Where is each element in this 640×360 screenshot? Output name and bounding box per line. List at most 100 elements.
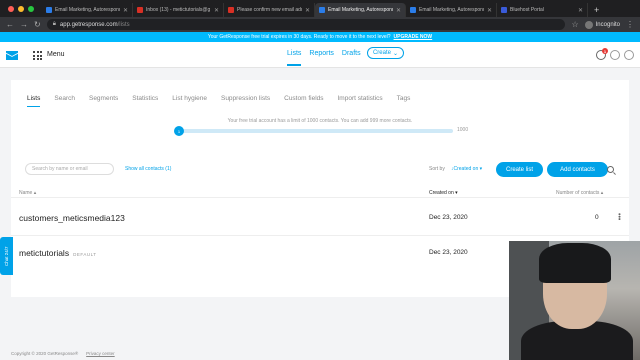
subtab-statistics[interactable]: Statistics — [132, 95, 158, 107]
subtab-list-hygiene[interactable]: List hygiene — [172, 95, 207, 107]
footer: Copyright © 2020 GetResponse® Privacy ce… — [11, 351, 115, 356]
reload-icon[interactable]: ↻ — [34, 20, 41, 29]
subtab-suppression-lists[interactable]: Suppression lists — [221, 95, 270, 107]
sort-dropdown[interactable]: ↓Created on ▾ — [451, 166, 482, 172]
search-input[interactable]: Search by name or email — [25, 163, 114, 175]
getresponse-logo-icon[interactable] — [6, 51, 18, 60]
create-button[interactable]: Create ⌄ — [367, 47, 404, 59]
table-row[interactable]: customers_meticsmedia123 Dec 23, 2020 0 … — [11, 197, 629, 235]
list-name-wrap[interactable]: metictutorials DEFAULT — [19, 248, 97, 258]
privacy-center-link[interactable]: Privacy center — [86, 351, 115, 356]
close-tab-icon[interactable]: ✕ — [396, 7, 401, 14]
profile-label: Incognito — [595, 21, 620, 28]
create-label: Create — [372, 50, 391, 56]
col-header-contacts[interactable]: Number of contacts ▴ — [556, 190, 603, 196]
menu-button[interactable]: Menu — [47, 51, 65, 58]
add-contacts-button[interactable]: Add contacts — [547, 162, 608, 177]
nav-reports[interactable]: Reports — [309, 50, 334, 66]
subtab-lists[interactable]: Lists — [27, 95, 41, 107]
contacts-limit-slider: 1 — [174, 126, 453, 136]
close-tab-icon[interactable]: ✕ — [123, 7, 128, 14]
cam-person-beanie — [539, 243, 611, 283]
browser-tab[interactable]: Email Marketing, Autorespond ✕ — [42, 3, 133, 17]
subtab-tags[interactable]: Tags — [397, 95, 411, 107]
menu-grid-icon[interactable] — [33, 51, 42, 60]
tab-favicon-icon — [410, 7, 416, 13]
webcam-overlay — [509, 241, 640, 360]
tab-favicon-icon — [46, 7, 52, 13]
forward-icon[interactable]: → — [20, 20, 28, 29]
subtab-search[interactable]: Search — [54, 95, 75, 107]
trial-banner: Your GetResponse free trial expires in 3… — [0, 32, 640, 42]
close-tab-icon[interactable]: ✕ — [214, 7, 219, 14]
sort-value: Created on — [453, 166, 479, 172]
url-host: app.getresponse.com — [59, 21, 118, 28]
back-icon[interactable]: ← — [6, 20, 14, 29]
browser-tab[interactable]: Please confirm new email add ✕ — [224, 3, 315, 17]
header-icons: 1 — [596, 48, 634, 60]
tab-title: Bluehost Portal — [510, 7, 544, 13]
account-avatar-icon[interactable] — [624, 50, 634, 60]
close-window-button[interactable] — [8, 6, 14, 12]
list-name[interactable]: customers_meticsmedia123 — [19, 213, 125, 223]
nav-lists[interactable]: Lists — [287, 50, 302, 66]
row-more-icon[interactable]: ••• — [615, 213, 622, 220]
col-header-name[interactable]: Name ▴ — [19, 190, 36, 196]
col-header-created[interactable]: Created on ▾ — [429, 190, 458, 196]
tab-title: Email Marketing, Autorespond — [55, 7, 120, 13]
nav-drafts[interactable]: Drafts — [342, 50, 361, 66]
bookmark-star-icon[interactable]: ☆ — [571, 20, 578, 29]
list-contact-count: 0 — [595, 214, 599, 221]
browser-menu-icon[interactable]: ⋮ — [626, 20, 634, 29]
banner-text: Your GetResponse free trial expires in 3… — [207, 34, 391, 40]
browser-tab[interactable]: Inbox (13) - metictutorials@g ✕ — [133, 3, 224, 17]
chat-247-tab[interactable]: Chat 24/7 — [0, 237, 13, 275]
incognito-icon — [584, 20, 593, 29]
subtab-segments[interactable]: Segments — [89, 95, 118, 107]
subtab-custom-fields[interactable]: Custom fields — [284, 95, 323, 107]
close-tab-icon[interactable]: ✕ — [487, 7, 492, 14]
col-contacts-label: Number of contacts — [556, 190, 600, 196]
window-controls[interactable] — [0, 6, 42, 17]
list-name: metictutorials — [19, 248, 70, 258]
tab-title: Inbox (13) - metictutorials@g — [146, 7, 211, 13]
browser-tab[interactable]: Bluehost Portal ✕ — [497, 3, 588, 17]
upgrade-now-link[interactable]: UPGRADE NOW — [394, 34, 433, 40]
search-icon[interactable] — [607, 166, 614, 173]
create-list-button[interactable]: Create list — [496, 162, 543, 177]
default-tag: DEFAULT — [73, 252, 97, 257]
maximize-window-button[interactable] — [28, 6, 34, 12]
slider-knob: 1 — [174, 126, 184, 136]
browser-tab-active[interactable]: Email Marketing, Autorespond ✕ — [315, 3, 406, 17]
browser-tab-bar: Email Marketing, Autorespond ✕ Inbox (13)… — [0, 0, 640, 17]
show-all-contacts-link[interactable]: Show all contacts (1) — [125, 166, 171, 172]
lock-icon: 🔒︎ — [52, 21, 56, 27]
close-tab-icon[interactable]: ✕ — [305, 7, 310, 14]
gmail-favicon-icon — [228, 7, 234, 13]
address-bar-row: ← → ↻ 🔒︎ app.getresponse.com/lists ☆ Inc… — [0, 17, 640, 32]
close-tab-icon[interactable]: ✕ — [578, 7, 583, 14]
top-nav: Lists Reports Drafts — [287, 50, 361, 66]
list-created-date: Dec 23, 2020 — [429, 214, 468, 221]
subtab-import-statistics[interactable]: Import statistics — [338, 95, 383, 107]
copyright-text: Copyright © 2020 GetResponse® — [11, 351, 79, 356]
sort-by-label: Sort by — [429, 166, 445, 172]
new-tab-button[interactable]: + — [588, 5, 605, 17]
chevron-down-icon: ⌄ — [392, 50, 399, 57]
bluehost-favicon-icon — [501, 7, 507, 13]
tab-title: Please confirm new email add — [237, 7, 302, 13]
incognito-profile[interactable]: Incognito — [584, 20, 620, 29]
notifications-bell-icon[interactable]: 1 — [596, 48, 608, 60]
notification-badge: 1 — [602, 48, 608, 54]
tab-title: Email Marketing, Autorespond — [419, 7, 484, 13]
help-icon[interactable] — [610, 50, 620, 60]
col-name-label: Name — [19, 190, 33, 196]
url-path: /lists — [117, 21, 130, 28]
minimize-window-button[interactable] — [18, 6, 24, 12]
browser-tab[interactable]: Email Marketing, Autorespond ✕ — [406, 3, 497, 17]
trial-limit-text: Your free trial account has a limit of 1… — [227, 118, 413, 124]
url-field[interactable]: 🔒︎ app.getresponse.com/lists — [46, 19, 566, 30]
gmail-favicon-icon — [137, 7, 143, 13]
list-created-date: Dec 23, 2020 — [429, 249, 468, 256]
lists-subtabs: Lists Search Segments Statistics List hy… — [27, 95, 424, 107]
